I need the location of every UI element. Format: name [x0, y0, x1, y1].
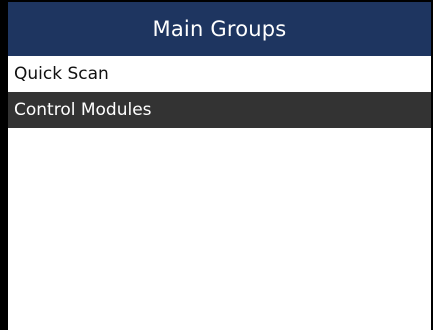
- menu-list: Quick Scan Control Modules: [8, 56, 431, 128]
- page-title-bar: Main Groups: [8, 2, 431, 56]
- main-groups-panel: Main Groups Quick Scan Control Modules: [8, 2, 431, 330]
- menu-item-quick-scan[interactable]: Quick Scan: [8, 56, 431, 92]
- device-screen: Main Groups Quick Scan Control Modules: [0, 0, 433, 330]
- menu-item-label: Control Modules: [14, 100, 152, 120]
- menu-item-label: Quick Scan: [14, 64, 109, 84]
- menu-item-control-modules[interactable]: Control Modules: [8, 92, 431, 128]
- page-title: Main Groups: [152, 17, 287, 41]
